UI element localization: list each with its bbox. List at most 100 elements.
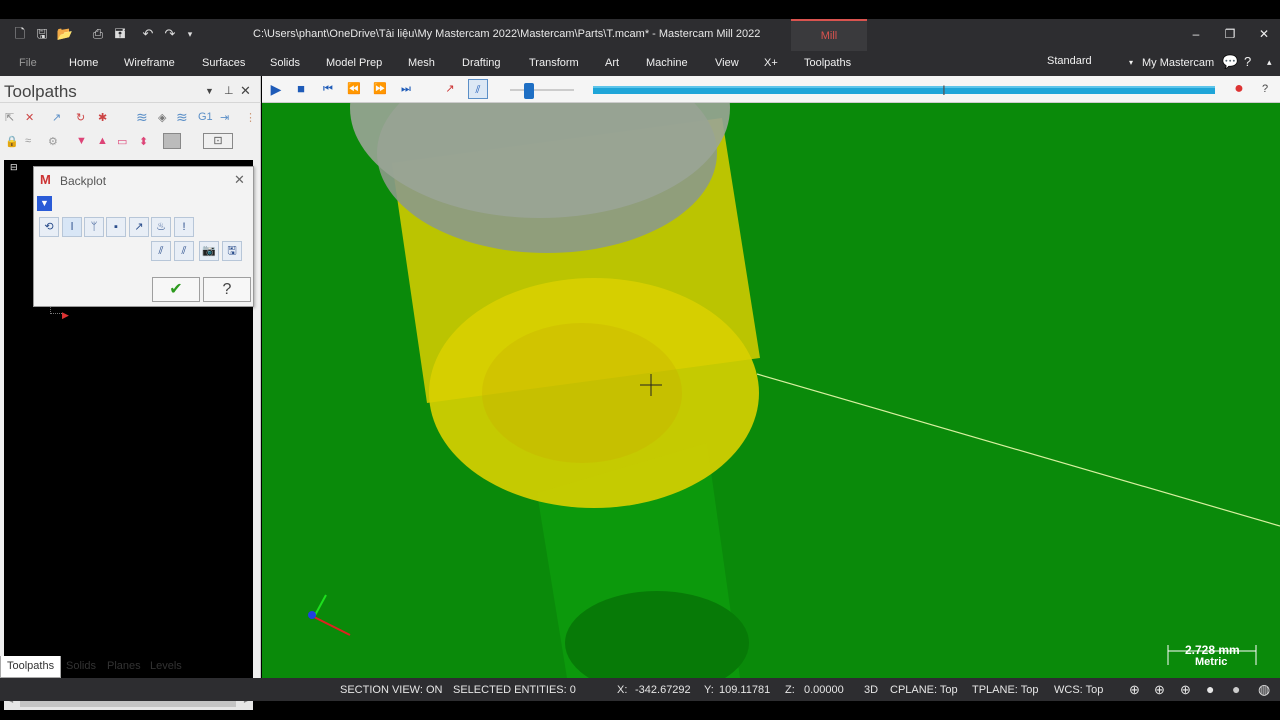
tab-levels-manager[interactable]: Levels bbox=[144, 656, 188, 678]
tab-model-prep[interactable]: Model Prep bbox=[326, 57, 382, 69]
tab-wireframe[interactable]: Wireframe bbox=[124, 57, 175, 69]
material-icon[interactable]: ◍ bbox=[1258, 681, 1270, 698]
tab-machine[interactable]: Machine bbox=[646, 57, 688, 69]
help-icon[interactable]: ? bbox=[1244, 54, 1251, 69]
close-dialog-icon[interactable]: ✕ bbox=[234, 172, 245, 188]
mode-2d-3d[interactable]: 3D bbox=[864, 684, 878, 696]
tab-art[interactable]: Art bbox=[605, 57, 619, 69]
select-ops-icon[interactable]: ↗ bbox=[52, 111, 61, 124]
move-up-icon[interactable]: ▲ bbox=[97, 135, 108, 147]
stop-warning-icon[interactable]: ● bbox=[1229, 79, 1249, 99]
tree-expand-icon[interactable]: ⊟ bbox=[10, 162, 18, 173]
play-icon[interactable]: ▶ bbox=[266, 79, 286, 99]
tab-mesh[interactable]: Mesh bbox=[408, 57, 435, 69]
translucent-icon[interactable]: ● bbox=[1232, 681, 1240, 697]
tab-planes-manager[interactable]: Planes bbox=[101, 656, 147, 678]
stop-icon[interactable]: ■ bbox=[291, 79, 311, 99]
tab-file[interactable]: File bbox=[19, 57, 37, 69]
undo-icon[interactable]: ↶ bbox=[139, 25, 157, 43]
skip-to-end-icon[interactable]: ⏭ bbox=[396, 79, 416, 99]
cplane-status[interactable]: CPLANE: Top bbox=[890, 684, 958, 696]
speed-slider-thumb[interactable] bbox=[524, 83, 534, 99]
save-geometry-icon[interactable]: 🖫 bbox=[222, 241, 242, 261]
toggle-posting-icon[interactable]: ≈ bbox=[25, 135, 31, 147]
open-icon[interactable]: 📂 bbox=[56, 25, 74, 43]
playback-help-icon[interactable]: ? bbox=[1255, 79, 1275, 99]
regenerate-icon[interactable]: ↻ bbox=[76, 111, 85, 124]
print-icon[interactable]: ⎙ bbox=[89, 25, 107, 43]
insert-arrow-icon[interactable]: ▭ bbox=[117, 135, 127, 148]
tab-drafting[interactable]: Drafting bbox=[462, 57, 501, 69]
quick-verify-icon[interactable]: ⫽ bbox=[151, 241, 171, 261]
lock-icon[interactable]: ≋ bbox=[176, 109, 188, 126]
step-forward-icon[interactable]: ⏩ bbox=[370, 79, 390, 99]
comment-icon[interactable]: 💬 bbox=[1222, 54, 1238, 70]
tab-solids-manager[interactable]: Solids bbox=[60, 656, 102, 678]
deselect-icon[interactable]: ✕ bbox=[25, 111, 34, 124]
tplane-status[interactable]: TPLANE: Top bbox=[972, 684, 1038, 696]
wcs-status[interactable]: WCS: Top bbox=[1054, 684, 1103, 696]
verify-options-icon[interactable]: ⫽ bbox=[174, 241, 194, 261]
close-panel-icon[interactable]: ✕ bbox=[240, 83, 251, 99]
tab-surfaces[interactable]: Surfaces bbox=[202, 57, 245, 69]
selected-entities-status[interactable]: SELECTED ENTITIES: 0 bbox=[453, 684, 576, 696]
display-tool-icon[interactable]: ǀ bbox=[62, 217, 82, 237]
tab-transform[interactable]: Transform bbox=[529, 57, 579, 69]
tab-toolpaths[interactable]: Toolpaths bbox=[804, 57, 851, 69]
close-window-icon[interactable]: ✕ bbox=[1254, 25, 1274, 43]
tab-home[interactable]: Home bbox=[69, 57, 98, 69]
highlight-icon[interactable] bbox=[163, 133, 181, 149]
pin-icon[interactable]: ⊥ bbox=[224, 84, 234, 97]
screenshot-icon[interactable]: 📷 bbox=[199, 241, 219, 261]
display-holder-icon[interactable]: ᛘ bbox=[84, 217, 104, 237]
tab-xplus[interactable]: X+ bbox=[764, 57, 778, 69]
toolpath-display-icon[interactable]: ≋ bbox=[136, 109, 148, 126]
trace-icon[interactable]: ↗ bbox=[440, 79, 460, 99]
speed-slider-track[interactable] bbox=[510, 89, 574, 91]
restore-icon[interactable]: ❐ bbox=[1220, 25, 1240, 43]
section-view-status[interactable]: SECTION VIEW: ON bbox=[340, 684, 442, 696]
tab-toolpaths-manager[interactable]: Toolpaths bbox=[0, 656, 62, 678]
mill-context-tab[interactable]: Mill bbox=[791, 19, 867, 51]
wireframe-display-icon[interactable]: ⊕ bbox=[1129, 682, 1140, 698]
skip-to-start-icon[interactable]: ⏮ bbox=[318, 79, 338, 99]
ok-button[interactable]: ✔ bbox=[152, 277, 200, 302]
shaded-wire-icon[interactable]: ⊕ bbox=[1180, 682, 1191, 698]
collapse-arrow-icon[interactable]: ▼ bbox=[37, 196, 52, 211]
select-all-icon[interactable]: ⇱ bbox=[5, 111, 14, 124]
settings-icon[interactable]: ⚙ bbox=[48, 135, 58, 148]
progress-marker-icon[interactable]: Ⅰ bbox=[942, 83, 946, 99]
expand-icon[interactable]: ⬍ bbox=[139, 135, 148, 148]
save-icon[interactable]: 🖫 bbox=[33, 25, 51, 43]
display-entity-icon[interactable]: ↗ bbox=[129, 217, 149, 237]
customize-quick-access-icon[interactable]: ▾ bbox=[181, 25, 199, 43]
regenerate-dirty-icon[interactable]: ✱ bbox=[98, 111, 107, 124]
my-mastercam-label[interactable]: My Mastercam bbox=[1142, 57, 1214, 69]
tool-info-icon[interactable]: ! bbox=[174, 217, 194, 237]
help-button[interactable]: ? bbox=[203, 277, 251, 302]
save-as-icon[interactable]: 🖬 bbox=[111, 25, 129, 43]
shaded-icon[interactable]: ● bbox=[1206, 681, 1214, 697]
workspace-dropdown-icon[interactable]: ▾ bbox=[1129, 58, 1133, 67]
path-display-icon[interactable]: ⫽ bbox=[468, 79, 488, 99]
display-rapid-icon[interactable]: ▪ bbox=[106, 217, 126, 237]
step-back-icon[interactable]: ⏪ bbox=[344, 79, 364, 99]
insert-arrow-marker[interactable]: ▶ bbox=[62, 310, 69, 321]
shaded-tool-icon[interactable]: ♨ bbox=[151, 217, 171, 237]
z-coordinate[interactable]: 0.00000 bbox=[804, 684, 844, 696]
display-path-icon[interactable]: ⟲ bbox=[39, 217, 59, 237]
scene-canvas[interactable] bbox=[262, 103, 1280, 678]
graphics-viewport[interactable]: 2.728 mm Metric bbox=[262, 103, 1280, 678]
hidden-line-icon[interactable]: ⊕ bbox=[1154, 682, 1165, 698]
gcode-icon[interactable]: G1 bbox=[198, 111, 213, 123]
post-icon[interactable]: ⇥ bbox=[220, 111, 229, 124]
ribbon-collapse-icon[interactable]: ▴ bbox=[1267, 57, 1272, 68]
tab-view[interactable]: View bbox=[715, 57, 739, 69]
progress-track[interactable] bbox=[593, 86, 1215, 94]
panel-menu-icon[interactable]: ▼ bbox=[205, 86, 214, 96]
toggle-display-icon[interactable]: ◈ bbox=[158, 111, 166, 124]
more-tools-icon[interactable]: ⋮ bbox=[245, 111, 256, 124]
redo-icon[interactable]: ↷ bbox=[161, 25, 179, 43]
move-down-icon[interactable]: ▼ bbox=[76, 135, 87, 147]
lock-ops-icon[interactable]: 🔒 bbox=[5, 135, 19, 148]
